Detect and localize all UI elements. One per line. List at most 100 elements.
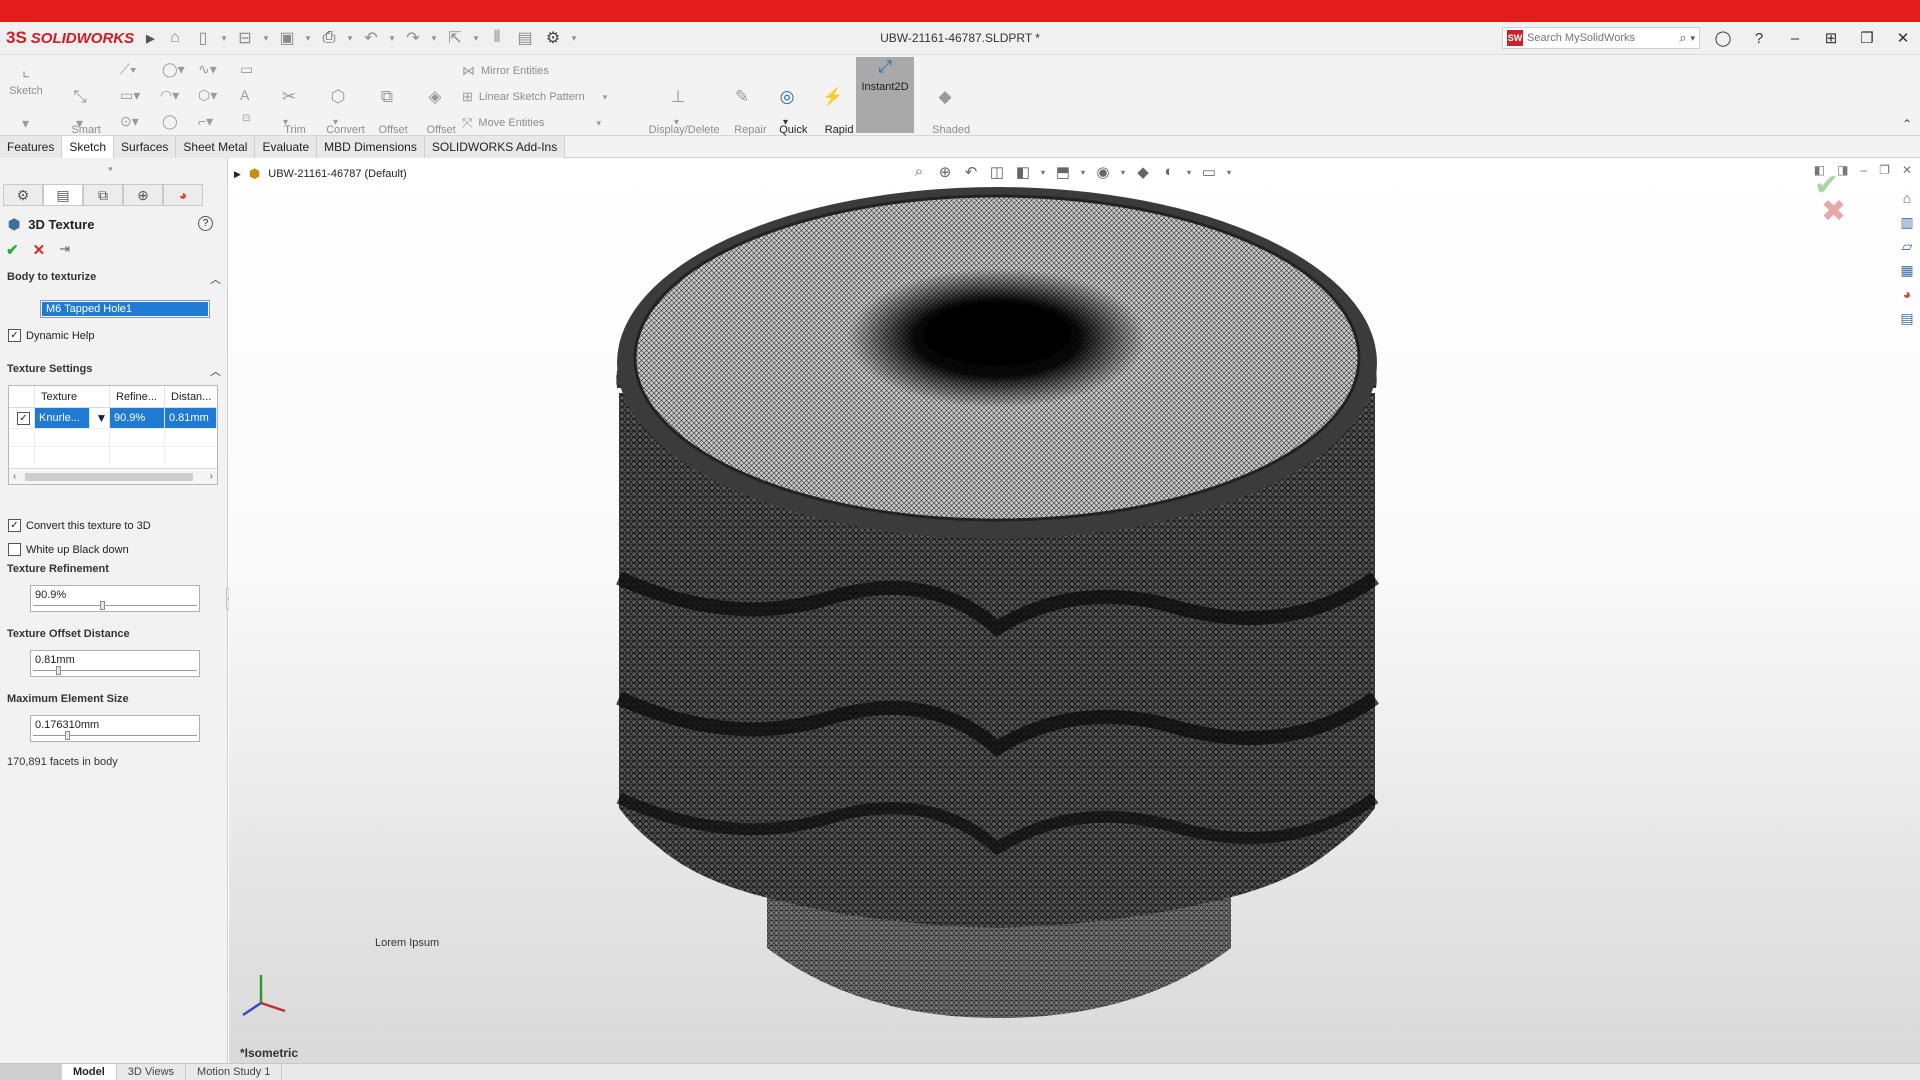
white-up-checkbox[interactable]: White up Black down — [8, 543, 129, 556]
move-caret-icon[interactable]: ▾ — [596, 118, 601, 129]
textured-mesh-model[interactable] — [229, 158, 1920, 1063]
refinement-field[interactable]: 90.9% — [30, 585, 200, 612]
pattern-caret-icon[interactable]: ▾ — [603, 92, 608, 103]
dynamic-help-checkbox[interactable]: ✓ Dynamic Help — [8, 329, 94, 342]
minimize-icon[interactable]: – — [1777, 27, 1813, 49]
save-icon[interactable]: ▣ — [276, 28, 298, 48]
search-caret-icon[interactable]: ▾ — [1690, 33, 1695, 44]
undo-icon[interactable]: ↶ — [360, 28, 382, 48]
row-distance[interactable]: 0.81mm — [165, 408, 217, 428]
tab-sheet-metal[interactable]: Sheet Metal — [176, 136, 256, 158]
ok-check-icon[interactable]: ✔ — [6, 241, 19, 259]
dimension-caret-icon[interactable]: ▾ — [76, 115, 83, 132]
body-collapse-icon[interactable]: ︿ — [210, 271, 221, 287]
max-element-field[interactable]: 0.176310mm — [30, 715, 200, 742]
tab-3d-views[interactable]: 3D Views — [117, 1064, 187, 1080]
pm-help-icon[interactable]: ? — [198, 216, 213, 231]
snaps-caret-icon[interactable]: ▾ — [783, 117, 788, 128]
tab-motion-study-1[interactable]: Motion Study 1 — [186, 1064, 283, 1080]
texture-dropdown-icon[interactable]: ▼ — [90, 408, 110, 428]
convert-3d-checkbox[interactable]: ✓ Convert this texture to 3D — [8, 519, 151, 532]
sketch-caret-icon[interactable]: ▾ — [22, 115, 29, 132]
panel-drag-handle[interactable]: ● — [108, 164, 113, 173]
body-group-header[interactable]: Body to texturize ︿ — [7, 271, 221, 287]
rebuild-icon[interactable]: ⦀ — [486, 29, 508, 47]
search-input[interactable] — [1527, 32, 1680, 44]
convert-caret-icon[interactable]: ▾ — [333, 117, 338, 128]
new-caret-icon[interactable]: ▾ — [220, 33, 228, 44]
redo-caret-icon[interactable]: ▾ — [430, 33, 438, 44]
options-caret-icon[interactable]: ▾ — [570, 33, 578, 44]
save-caret-icon[interactable]: ▾ — [304, 33, 312, 44]
offset-distance-field[interactable]: 0.81mm — [30, 650, 200, 677]
row-refinement[interactable]: 90.9% — [110, 408, 165, 428]
polygon-icon[interactable]: ⬡▾ — [198, 87, 217, 104]
close-icon[interactable]: ✕ — [1885, 27, 1920, 49]
tab-features[interactable]: Features — [0, 136, 63, 158]
solidworks-logo[interactable]: 3S SOLIDWORKS ▶ — [0, 28, 155, 48]
offset-distance-value[interactable]: 0.81mm — [35, 654, 75, 666]
spline-icon[interactable]: ∿▾ — [198, 61, 217, 78]
dimxpert-icon[interactable]: ⊕ — [123, 184, 163, 206]
texture-group-header[interactable]: Texture Settings ︿ — [7, 363, 221, 379]
plane-icon[interactable]: ⊡ — [242, 113, 250, 124]
pushpin-icon[interactable]: ⇥ — [59, 241, 70, 259]
max-element-value[interactable]: 0.176310mm — [35, 719, 99, 731]
trim-caret-icon[interactable]: ▾ — [283, 117, 288, 128]
tab-sketch[interactable]: Sketch — [62, 136, 115, 158]
fillet-icon[interactable]: ⌐▾ — [198, 113, 213, 130]
property-manager-icon[interactable]: ▤ — [43, 184, 83, 206]
print-icon[interactable]: ⎙ — [318, 29, 340, 47]
move-entities-button[interactable]: ⤧ Move Entities ▾ — [462, 115, 601, 131]
text-icon[interactable]: A — [240, 87, 249, 103]
header-distance[interactable]: Distan... — [165, 386, 217, 407]
refinement-slider-knob[interactable] — [100, 601, 105, 610]
tab-surfaces[interactable]: Surfaces — [114, 136, 177, 158]
scroll-thumb[interactable] — [25, 473, 193, 481]
feature-tree-icon[interactable]: ⚙ — [3, 184, 43, 206]
arc-icon[interactable]: ◠▾ — [160, 87, 179, 104]
linear-sketch-pattern-button[interactable]: ⊞ Linear Sketch Pattern ▾ — [462, 89, 607, 105]
select-caret-icon[interactable]: ▾ — [472, 33, 480, 44]
slot-icon[interactable]: ▭ — [240, 61, 253, 78]
scroll-right-icon[interactable]: › — [210, 471, 213, 482]
header-texture[interactable]: Texture — [35, 386, 110, 407]
instant2d-button[interactable]: ⤢ Instant2D — [856, 57, 914, 133]
graphics-area[interactable]: ▶ ⬢ UBW-21161-46787 (Default) ⌕ ⊕ ↶ ◫ ◧ ▾… — [229, 158, 1920, 1063]
tile-icon[interactable]: ⊞ — [1813, 27, 1849, 49]
refinement-value[interactable]: 90.9% — [35, 589, 66, 601]
point-icon[interactable]: ⊙▾ — [120, 113, 139, 130]
row-check-icon[interactable]: ✓ — [17, 411, 30, 425]
configuration-manager-icon[interactable]: ⧉ — [83, 184, 123, 206]
display-manager-icon[interactable]: ◕ — [163, 184, 203, 206]
relations-caret-icon[interactable]: ▾ — [674, 117, 679, 128]
refinement-slider-track[interactable] — [33, 605, 197, 606]
collapse-ribbon-icon[interactable]: ⌃ — [1902, 117, 1912, 131]
dynamic-help-check-icon[interactable]: ✓ — [8, 329, 21, 342]
new-document-icon[interactable]: ▯ — [192, 28, 214, 48]
white-up-check-icon[interactable] — [8, 543, 21, 556]
max-element-slider-track[interactable] — [33, 735, 197, 736]
tab-evaluate[interactable]: Evaluate — [255, 136, 318, 158]
tab-solidworks-add-ins[interactable]: SOLIDWORKS Add-Ins — [424, 136, 566, 158]
mirror-entities-button[interactable]: ⋈ Mirror Entities — [462, 63, 549, 79]
search-icon[interactable]: ⌕ — [1679, 30, 1686, 46]
restore-icon[interactable]: ❐ — [1849, 27, 1885, 49]
offset-slider-knob[interactable] — [56, 666, 61, 675]
line-icon[interactable]: ⟋▾ — [120, 61, 137, 78]
row-texture[interactable]: Knurle... — [35, 408, 90, 428]
header-refinement[interactable]: Refine... — [110, 386, 165, 407]
select-icon[interactable]: ⇱ — [444, 28, 466, 48]
redo-icon[interactable]: ↷ — [402, 28, 424, 48]
file-properties-icon[interactable]: ▤ — [514, 28, 536, 48]
row-checkbox[interactable]: ✓ — [9, 408, 35, 428]
help-icon[interactable]: ? — [1741, 27, 1777, 49]
menu-expand-icon[interactable]: ▶ — [146, 32, 154, 45]
undo-caret-icon[interactable]: ▾ — [388, 33, 396, 44]
convert-3d-check-icon[interactable]: ✓ — [8, 519, 21, 532]
open-caret-icon[interactable]: ▾ — [262, 33, 270, 44]
options-gear-icon[interactable]: ⚙ — [542, 28, 564, 48]
cancel-x-icon[interactable]: ✕ — [33, 241, 46, 259]
tab-mbd-dimensions[interactable]: MBD Dimensions — [317, 136, 425, 158]
body-selection-box[interactable]: M6 Tapped Hole1 — [40, 300, 210, 318]
